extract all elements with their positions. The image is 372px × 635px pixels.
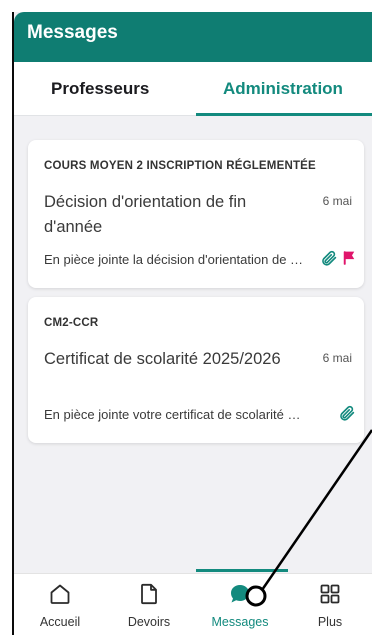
message-card[interactable]: CM2-CCR Certificat de scolarité 2025/202… bbox=[28, 297, 364, 443]
nav-active-indicator bbox=[196, 569, 288, 572]
message-date: 6 mai bbox=[322, 351, 352, 365]
app-bar: Messages bbox=[14, 12, 372, 62]
paperclip-icon bbox=[322, 250, 337, 266]
tab-active-indicator bbox=[196, 113, 372, 116]
message-subject: Certificat de scolarité 2025/2026 bbox=[44, 350, 281, 368]
bottom-navigation: Accueil Devoirs Messages Plus bbox=[14, 573, 372, 635]
document-icon bbox=[141, 583, 157, 605]
chat-bubble-icon bbox=[231, 585, 249, 603]
message-sender: COURS MOYEN 2 INSCRIPTION RÉGLEMENTÉE bbox=[44, 160, 316, 172]
message-sender: CM2-CCR bbox=[44, 317, 99, 329]
messages-screen: Messages Professeurs Administration COUR… bbox=[12, 12, 372, 635]
message-preview: En pièce jointe la décision d'orientatio… bbox=[44, 252, 306, 267]
home-icon bbox=[50, 584, 70, 604]
tab-professeurs[interactable]: Professeurs bbox=[51, 79, 149, 99]
nav-item-messages[interactable]: Messages bbox=[196, 574, 284, 635]
grid-icon bbox=[320, 584, 340, 604]
message-preview: En pièce jointe votre certificat de scol… bbox=[44, 407, 306, 422]
message-subject: Décision d'orientation de fin d'année bbox=[44, 193, 247, 236]
nav-label: Devoirs bbox=[127, 615, 171, 629]
paperclip-icon bbox=[340, 405, 355, 421]
nav-item-devoirs[interactable]: Devoirs bbox=[105, 574, 193, 635]
flag-icon bbox=[343, 251, 355, 265]
message-date: 6 mai bbox=[322, 194, 352, 208]
message-card[interactable]: COURS MOYEN 2 INSCRIPTION RÉGLEMENTÉE Dé… bbox=[28, 140, 364, 288]
nav-item-accueil[interactable]: Accueil bbox=[16, 574, 104, 635]
nav-item-plus[interactable]: Plus bbox=[286, 574, 372, 635]
nav-label: Messages bbox=[211, 615, 269, 629]
nav-label: Accueil bbox=[39, 615, 81, 629]
tab-bar: Professeurs Administration bbox=[14, 62, 372, 116]
tab-administration[interactable]: Administration bbox=[223, 79, 343, 99]
page-title: Messages bbox=[27, 22, 118, 43]
nav-label: Plus bbox=[317, 615, 343, 629]
